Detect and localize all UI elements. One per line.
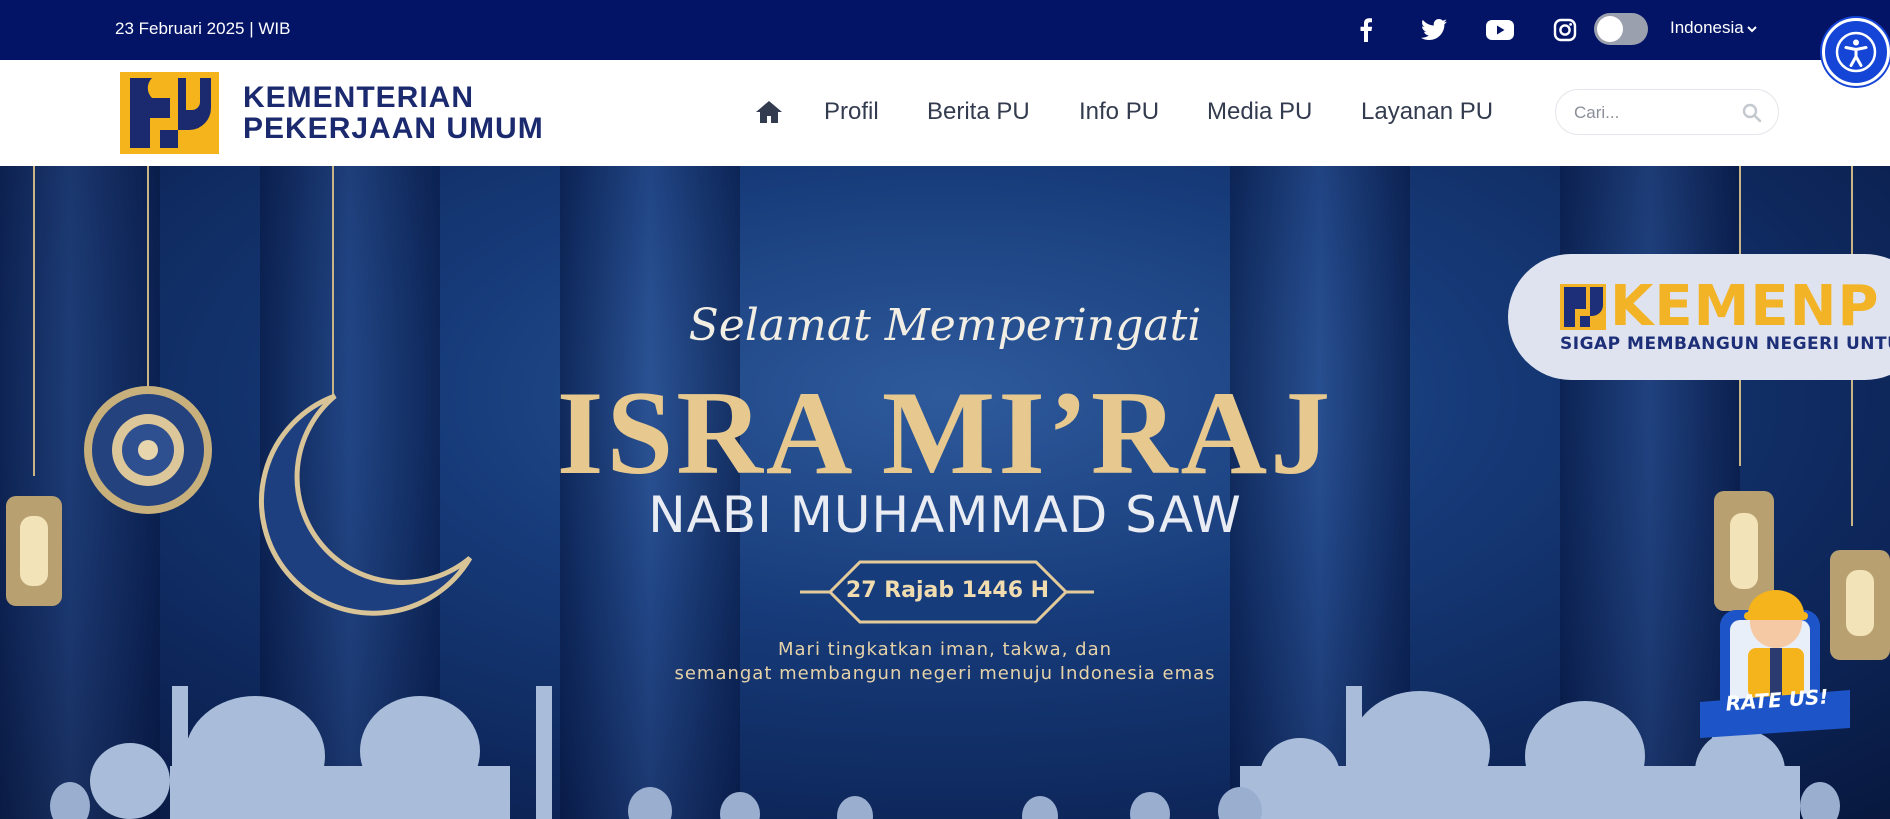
hijri-date-label: 27 Rajab 1446 H [845, 578, 1050, 603]
twitter-icon[interactable] [1418, 14, 1450, 46]
instagram-icon[interactable] [1550, 14, 1580, 46]
toggle-knob [1597, 16, 1623, 42]
ministry-badge-tagline: SIGAP MEMBANGUN NEGERI UNTUK R [1560, 334, 1890, 354]
nav-layanan-pu[interactable]: Layanan PU [1361, 98, 1493, 126]
brand-line-2: PEKERJAAN UMUM [243, 112, 544, 145]
search-box[interactable] [1555, 89, 1779, 135]
ministry-badge-text: KEMENP [1610, 274, 1880, 339]
youtube-icon[interactable] [1484, 14, 1516, 46]
site-header: KEMENTERIAN PEKERJAAN UMUM Profil Berita… [0, 60, 1890, 166]
dark-mode-toggle[interactable] [1594, 13, 1648, 45]
banner-subtitle: NABI MUHAMMAD SAW [648, 486, 1242, 544]
banner-title: ISRA MI’RAJ [556, 366, 1334, 499]
accessibility-icon [1835, 31, 1877, 73]
chevron-down-icon [1747, 25, 1757, 32]
nav-berita-pu[interactable]: Berita PU [927, 98, 1030, 126]
language-label: Indonesia [1670, 18, 1744, 37]
facebook-icon[interactable] [1352, 14, 1380, 46]
nav-profil[interactable]: Profil [824, 98, 879, 126]
hero-banner[interactable]: Selamat Memperingati ISRA MI’RAJ NABI MU… [0, 166, 1890, 819]
accessibility-button[interactable] [1822, 18, 1890, 86]
pu-logo-icon[interactable] [120, 72, 219, 154]
banner-message-line-1: Mari tingkatkan iman, takwa, dan [777, 639, 1113, 660]
brand-line-1: KEMENTERIAN [243, 81, 475, 114]
top-bar: 23 Februari 2025 | WIB Indonesia [0, 0, 1890, 60]
nav-info-pu[interactable]: Info PU [1079, 98, 1159, 126]
home-icon [756, 101, 782, 123]
pu-logo-icon [1560, 284, 1606, 330]
nav-home[interactable] [755, 100, 783, 131]
search-input[interactable] [1574, 100, 1734, 126]
brand-name[interactable]: KEMENTERIAN PEKERJAAN UMUM [243, 82, 544, 144]
nav-media-pu[interactable]: Media PU [1207, 98, 1312, 126]
search-icon[interactable] [1742, 103, 1762, 123]
current-date: 23 Februari 2025 | WIB [115, 19, 291, 38]
banner-message-line-2: semangat membangun negeri menuju Indones… [674, 663, 1216, 684]
language-selector[interactable]: Indonesia [1670, 18, 1757, 38]
